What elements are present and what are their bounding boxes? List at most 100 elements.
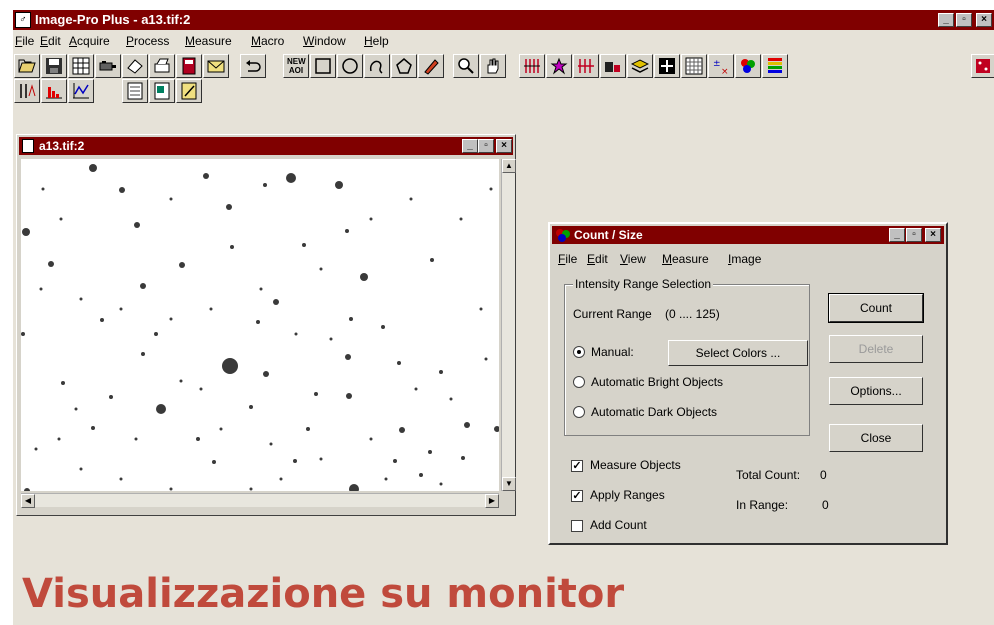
app-close-button[interactable]: × bbox=[976, 13, 992, 27]
options-button[interactable]: Options... bbox=[829, 377, 923, 405]
app-title: Image-Pro Plus - a13.tif:2 bbox=[35, 12, 191, 27]
image-window-titlebar[interactable]: a13.tif:2 _ ▫ × bbox=[19, 137, 513, 155]
grid-icon[interactable] bbox=[68, 54, 94, 78]
horizontal-scrollbar[interactable]: ◀ ▶ bbox=[21, 493, 499, 508]
rectangle-icon[interactable] bbox=[310, 54, 336, 78]
measure-objects-label: Measure Objects bbox=[590, 458, 681, 472]
menu-window[interactable]: Window bbox=[303, 34, 346, 48]
note-icon[interactable] bbox=[176, 79, 202, 103]
image-canvas[interactable] bbox=[21, 159, 499, 491]
apply-ranges-checkbox[interactable]: ✓ bbox=[571, 490, 583, 502]
current-range-label: Current Range bbox=[573, 307, 652, 321]
freehand-icon[interactable] bbox=[364, 54, 390, 78]
line-profile-icon[interactable] bbox=[14, 79, 40, 103]
close-button[interactable]: Close bbox=[829, 424, 923, 452]
dialog-menu-file[interactable]: File bbox=[558, 252, 577, 266]
pixel-grid-icon[interactable] bbox=[681, 54, 707, 78]
eraser-icon[interactable] bbox=[122, 54, 148, 78]
menu-acquire[interactable]: Acquire bbox=[69, 34, 110, 48]
star-icon[interactable] bbox=[546, 54, 572, 78]
menu-edit[interactable]: Edit bbox=[40, 34, 61, 48]
dialog-minimize-button[interactable]: _ bbox=[889, 228, 905, 242]
columns-icon[interactable] bbox=[573, 54, 599, 78]
palette-icon[interactable] bbox=[762, 54, 788, 78]
auto-dark-radio[interactable] bbox=[573, 406, 585, 418]
envelope-icon[interactable] bbox=[203, 54, 229, 78]
histogram-icon[interactable] bbox=[41, 79, 67, 103]
print-icon[interactable] bbox=[149, 54, 175, 78]
delete-button[interactable]: Delete bbox=[829, 335, 923, 363]
intensity-range-legend: Intensity Range Selection bbox=[573, 277, 714, 291]
plus-minus-icon[interactable]: ± × bbox=[708, 54, 734, 78]
image-minimize-button[interactable]: _ bbox=[462, 139, 478, 153]
in-range-value: 0 bbox=[822, 498, 829, 512]
intensity-range-group: Intensity Range Selection Current Range … bbox=[564, 277, 810, 436]
hand-icon[interactable] bbox=[480, 54, 506, 78]
dialog-menu-image[interactable]: Image bbox=[728, 252, 761, 266]
current-range-value: (0 .... 125) bbox=[665, 307, 720, 321]
image-window-title: a13.tif:2 bbox=[39, 139, 85, 153]
scroll-right-icon[interactable]: ▶ bbox=[485, 494, 499, 508]
auto-dark-radio-label: Automatic Dark Objects bbox=[591, 405, 718, 419]
open-icon[interactable] bbox=[14, 54, 40, 78]
total-count-label: Total Count: bbox=[736, 468, 801, 482]
dialog-menu-edit[interactable]: Edit bbox=[587, 252, 608, 266]
count-size-dialog[interactable]: Count / Size _ ▫ × File Edit View Measur… bbox=[548, 222, 948, 545]
svg-text:×: × bbox=[721, 67, 729, 75]
dialog-maximize-button[interactable]: ▫ bbox=[906, 228, 922, 242]
layers-icon[interactable] bbox=[627, 54, 653, 78]
menu-help[interactable]: Help bbox=[364, 34, 389, 48]
dice-icon[interactable] bbox=[971, 54, 994, 78]
undo-icon[interactable] bbox=[240, 54, 266, 78]
select-colors-button[interactable]: Select Colors ... bbox=[668, 340, 808, 366]
scroll-up-icon[interactable]: ▲ bbox=[502, 159, 516, 173]
scroll-left-icon[interactable]: ◀ bbox=[21, 494, 35, 508]
scroll-down-icon[interactable]: ▼ bbox=[502, 477, 516, 491]
new-aoi-button[interactable]: NEW AOI bbox=[283, 54, 309, 78]
sheet-icon[interactable] bbox=[149, 79, 175, 103]
dialog-menu-measure[interactable]: Measure bbox=[662, 252, 709, 266]
bar-icon[interactable] bbox=[600, 54, 626, 78]
menu-measure[interactable]: Measure bbox=[185, 34, 232, 48]
manual-radio[interactable] bbox=[573, 346, 585, 358]
total-count-value: 0 bbox=[820, 468, 827, 482]
graph-icon[interactable] bbox=[68, 79, 94, 103]
calc-icon[interactable] bbox=[122, 79, 148, 103]
app-restore-button[interactable]: ▫ bbox=[956, 13, 972, 27]
add-count-checkbox[interactable] bbox=[571, 520, 583, 532]
menu-process[interactable]: Process bbox=[126, 34, 169, 48]
app-icon[interactable]: ♂ bbox=[15, 12, 31, 28]
dialog-menu-view[interactable]: View bbox=[620, 252, 646, 266]
image-window[interactable]: a13.tif:2 _ ▫ × ▲ ▼ ◀ ▶ bbox=[16, 134, 516, 516]
zoom-icon[interactable] bbox=[453, 54, 479, 78]
app-titlebar: ♂ Image-Pro Plus - a13.tif:2 _ ▫ × bbox=[13, 10, 994, 30]
in-range-label: In Range: bbox=[736, 498, 789, 512]
cross-icon[interactable] bbox=[654, 54, 680, 78]
dialog-titlebar[interactable]: Count / Size _ ▫ × bbox=[552, 226, 944, 244]
polygon-icon[interactable] bbox=[391, 54, 417, 78]
add-count-label: Add Count bbox=[590, 518, 647, 532]
document-icon bbox=[22, 139, 34, 153]
count-button[interactable]: Count bbox=[828, 293, 924, 323]
book-icon[interactable] bbox=[176, 54, 202, 78]
measure-objects-checkbox[interactable]: ✓ bbox=[571, 460, 583, 472]
ellipse-icon[interactable] bbox=[337, 54, 363, 78]
app-minimize-button[interactable]: _ bbox=[938, 13, 954, 27]
count-size-icon bbox=[556, 229, 570, 242]
manual-radio-label: Manual: bbox=[591, 345, 634, 359]
save-icon[interactable] bbox=[41, 54, 67, 78]
particle-image bbox=[21, 164, 499, 491]
vertical-scrollbar[interactable]: ▲ ▼ bbox=[501, 159, 516, 491]
colors-icon[interactable] bbox=[735, 54, 761, 78]
auto-bright-radio[interactable] bbox=[573, 376, 585, 388]
camera-icon[interactable] bbox=[95, 54, 121, 78]
menu-file[interactable]: File bbox=[15, 34, 34, 48]
pencil-icon[interactable] bbox=[418, 54, 444, 78]
menu-macro[interactable]: Macro bbox=[251, 34, 284, 48]
dialog-close-icon[interactable]: × bbox=[925, 228, 941, 242]
new-aoi-label: NEW AOI bbox=[287, 57, 306, 75]
image-maximize-button[interactable]: ▫ bbox=[478, 139, 494, 153]
image-close-button[interactable]: × bbox=[496, 139, 512, 153]
measure-lines-icon[interactable] bbox=[519, 54, 545, 78]
menu-bar: File Edit Acquire Process Measure Macro … bbox=[13, 32, 994, 50]
